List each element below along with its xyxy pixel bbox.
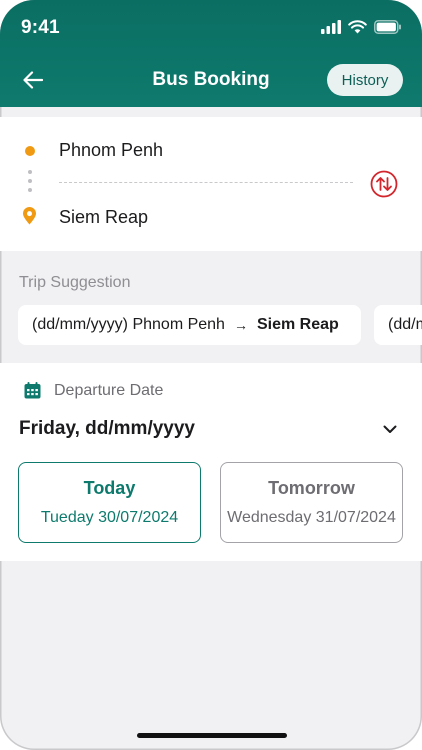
tomorrow-date: Wednesday 31/07/2024: [227, 509, 396, 526]
trip-suggestion-chip[interactable]: (dd/mm/yyyy) Phnom Penh → Siem Reap: [18, 305, 361, 345]
departure-date-label: Departure Date: [54, 382, 164, 399]
route-card: Phnom Penh Siem Reap: [0, 117, 422, 251]
chevron-down-icon[interactable]: [381, 420, 399, 438]
suggestion-destination: Siem Reap: [256, 316, 339, 333]
trip-suggestion-chip[interactable]: (dd/mm/yyyy) Siem Reap: [374, 305, 422, 345]
home-indicator[interactable]: [137, 733, 287, 738]
origin-field[interactable]: Phnom Penh: [59, 140, 163, 161]
departure-date-select[interactable]: Friday, dd/mm/yyyy: [19, 418, 195, 440]
nav-bar: Bus Booking History: [0, 62, 422, 98]
suggestion-origin: (dd/mm/yyyy) Siem Reap: [388, 316, 422, 333]
swap-icon[interactable]: [370, 170, 398, 198]
history-button[interactable]: History: [327, 64, 403, 96]
wifi-icon: [348, 20, 367, 34]
trip-suggestion-title: Trip Suggestion: [19, 274, 131, 291]
phone-screen: 9:41 Bus Booking History Phnom Penh Siem…: [0, 0, 422, 750]
suggestion-origin: (dd/mm/yyyy) Phnom Penh: [32, 316, 225, 333]
destination-field[interactable]: Siem Reap: [59, 207, 148, 228]
tomorrow-button[interactable]: Tomorrow Wednesday 31/07/2024: [220, 462, 403, 543]
today-label: Today: [83, 478, 136, 498]
app-header: 9:41 Bus Booking History: [0, 0, 422, 107]
system-icons: [321, 20, 402, 34]
tomorrow-label: Tomorrow: [268, 478, 355, 498]
route-divider: [59, 182, 353, 183]
departure-card: Departure Date Friday, dd/mm/yyyy Today …: [0, 363, 422, 561]
arrow-right-icon: →: [233, 317, 248, 333]
status-bar: 9:41: [0, 0, 422, 56]
battery-icon: [374, 20, 401, 34]
location-pin-icon: [23, 207, 36, 225]
calendar-icon: [24, 382, 41, 399]
today-date: Tueday 30/07/2024: [40, 509, 179, 526]
origin-dot-icon: [25, 146, 35, 156]
route-dots-icon: [28, 170, 32, 197]
today-button[interactable]: Today Tueday 30/07/2024: [18, 462, 201, 543]
status-time: 9:41: [21, 17, 60, 38]
signal-icon: [321, 20, 341, 34]
